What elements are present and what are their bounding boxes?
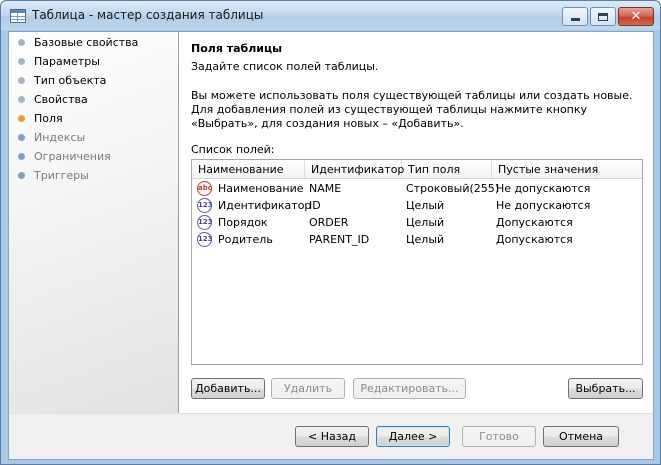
number-field-icon: 123 <box>197 232 213 247</box>
column-header-name[interactable]: Наименование <box>192 160 305 179</box>
column-header-type[interactable]: Тип поля <box>402 160 492 179</box>
page-subtitle: Задайте список полей таблицы. <box>191 60 379 73</box>
select-fields-button[interactable]: Выбрать... <box>568 378 643 399</box>
window-title: Таблица - мастер создания таблицы <box>32 8 264 22</box>
finish-button[interactable]: Готово <box>462 426 536 447</box>
sidebar-step-object-type[interactable]: Тип объекта <box>18 72 106 88</box>
minimize-button[interactable] <box>562 7 588 26</box>
column-header-nulls[interactable]: Пустые значения <box>492 160 598 179</box>
string-field-icon: abc <box>197 181 212 196</box>
field-type-cell: Целый <box>406 199 445 212</box>
sidebar-step-properties[interactable]: Свойства <box>18 91 88 107</box>
step-dot-icon <box>18 152 25 160</box>
field-id-cell: PARENT_ID <box>309 233 370 246</box>
field-nulls-cell: Допускаются <box>496 216 573 229</box>
fields-grid[interactable]: Наименование Идентификатор Тип поля Пуст… <box>191 159 643 365</box>
field-id-cell: NAME <box>309 182 342 195</box>
field-type-cell: Строковый(255) <box>406 182 500 195</box>
step-dot-icon <box>18 76 25 84</box>
step-label: Поля <box>34 111 63 125</box>
title-bar[interactable]: Таблица - мастер создания таблицы ✕ <box>1 1 660 30</box>
step-label: Триггеры <box>34 168 89 182</box>
wizard-window: Таблица - мастер создания таблицы ✕ Базо… <box>0 0 661 465</box>
number-field-icon: 123 <box>197 198 213 213</box>
close-button[interactable]: ✕ <box>618 7 654 26</box>
page-title: Поля таблицы <box>191 42 283 55</box>
field-id-cell: ID <box>309 199 321 212</box>
field-type-cell: Целый <box>406 233 445 246</box>
table-row[interactable]: 123 Родитель PARENT_ID Целый Допускаются <box>192 231 642 248</box>
step-label: Базовые свойства <box>34 35 139 49</box>
step-label: Тип объекта <box>34 73 107 87</box>
sidebar-step-params[interactable]: Параметры <box>18 53 100 69</box>
add-field-button[interactable]: Добавить... <box>191 378 265 399</box>
number-field-icon: 123 <box>197 215 213 230</box>
sidebar-step-constraints: Ограничения <box>18 148 111 164</box>
sidebar-step-triggers: Триггеры <box>18 167 89 183</box>
page-description: Вы можете использовать поля существующей… <box>191 89 633 130</box>
table-row[interactable]: abc Наименование NAME Строковый(255) Не … <box>192 180 642 197</box>
wizard-footer: < Назад Далее > Готово Отмена <box>9 413 653 459</box>
field-nulls-cell: Допускаются <box>496 233 573 246</box>
field-nulls-cell: Не допускаются <box>496 182 591 195</box>
back-button[interactable]: < Назад <box>295 426 369 447</box>
field-nulls-cell: Не допускаются <box>496 199 591 212</box>
field-name-cell: Порядок <box>218 216 268 229</box>
step-dot-icon <box>18 38 25 46</box>
field-type-cell: Целый <box>406 216 445 229</box>
step-label: Индексы <box>34 130 86 144</box>
step-dot-icon <box>18 133 25 141</box>
sidebar-step-basic[interactable]: Базовые свойства <box>18 34 138 50</box>
step-label: Ограничения <box>34 149 111 163</box>
step-dot-icon <box>18 171 25 179</box>
step-label: Параметры <box>34 54 100 68</box>
next-button[interactable]: Далее > <box>376 426 450 447</box>
step-dot-icon <box>18 95 25 103</box>
column-header-id[interactable]: Идентификатор <box>305 160 404 179</box>
close-icon: ✕ <box>630 9 642 24</box>
maximize-button[interactable] <box>590 7 616 26</box>
field-name-cell: Идентификатор <box>218 199 312 212</box>
field-id-cell: ORDER <box>309 216 349 229</box>
table-row[interactable]: 123 Порядок ORDER Целый Допускаются <box>192 214 642 231</box>
maximize-icon <box>598 12 608 21</box>
fields-page: Поля таблицы Задайте список полей таблиц… <box>180 32 653 413</box>
step-dot-icon <box>18 57 25 65</box>
steps-sidebar: Базовые свойства Параметры Тип объекта С… <box>9 32 179 413</box>
grid-header: Наименование Идентификатор Тип поля Пуст… <box>192 160 642 179</box>
step-dot-icon <box>18 114 25 122</box>
sidebar-step-indexes: Индексы <box>18 129 85 145</box>
table-row[interactable]: 123 Идентификатор ID Целый Не допускаютс… <box>192 197 642 214</box>
table-icon <box>10 9 26 23</box>
edit-field-button[interactable]: Редактировать... <box>353 378 466 399</box>
delete-field-button[interactable]: Удалить <box>271 378 345 399</box>
step-label: Свойства <box>34 92 88 106</box>
sidebar-step-fields[interactable]: Поля <box>18 110 63 126</box>
minimize-icon <box>570 18 580 21</box>
field-name-cell: Наименование <box>218 182 304 195</box>
field-name-cell: Родитель <box>218 233 273 246</box>
cancel-button[interactable]: Отмена <box>543 426 619 447</box>
fields-list-label: Список полей: <box>191 143 275 156</box>
wizard-client: Базовые свойства Параметры Тип объекта С… <box>8 31 654 460</box>
